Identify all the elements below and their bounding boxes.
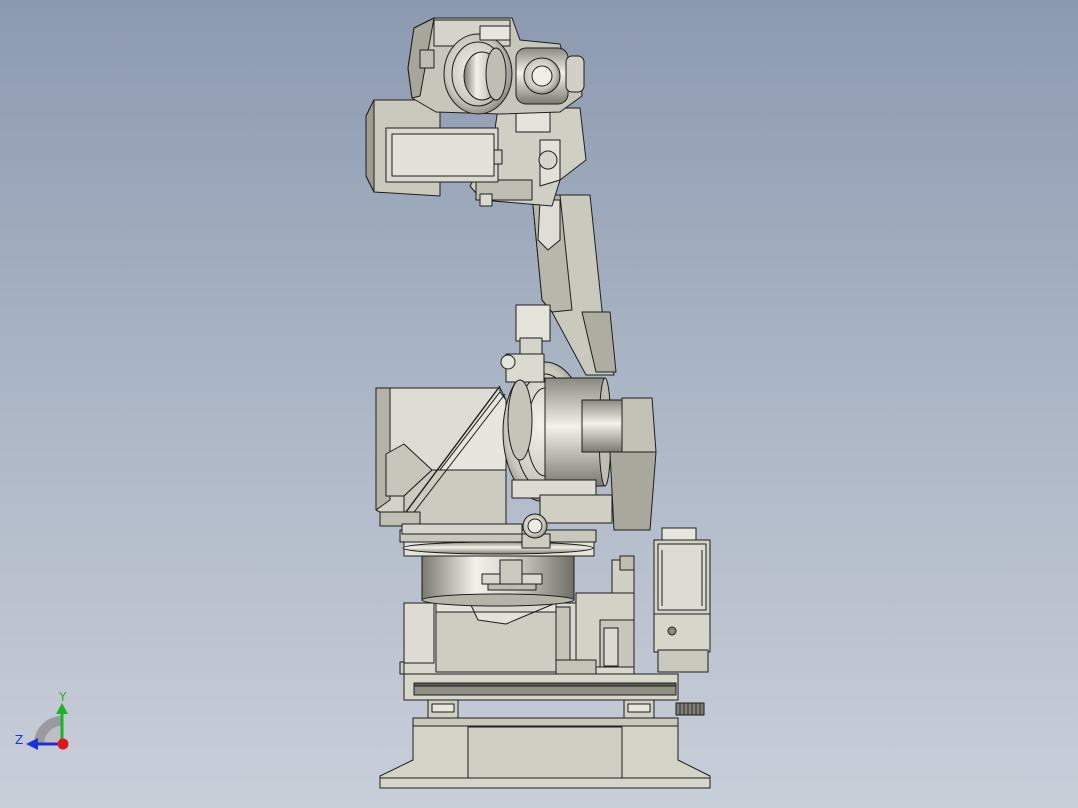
y-axis-arrow-icon bbox=[56, 703, 68, 714]
y-axis-label: Y bbox=[58, 690, 67, 704]
z-axis-label: Z bbox=[15, 733, 23, 747]
x-axis-origin-icon bbox=[57, 738, 69, 750]
axis-triad: Y Z bbox=[15, 690, 69, 750]
cad-3d-viewport[interactable]: Y Z bbox=[0, 0, 1078, 808]
z-axis-arrow-icon bbox=[26, 738, 38, 750]
